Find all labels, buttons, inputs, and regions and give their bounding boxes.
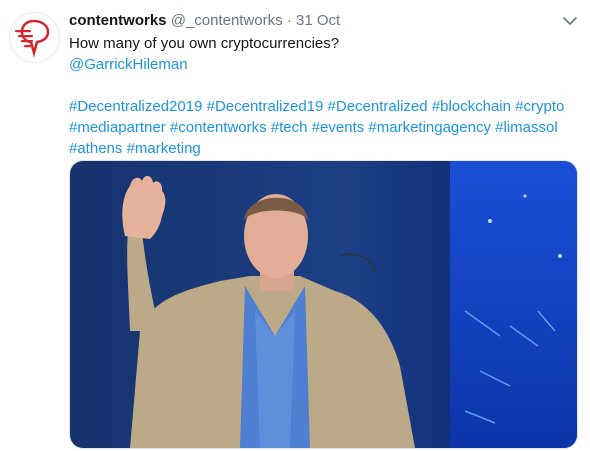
hashtag-link[interactable]: #limassol <box>495 119 558 136</box>
author-name[interactable]: contentworks <box>69 12 167 29</box>
hashtag-line: #athens #marketing <box>69 138 579 159</box>
tweet[interactable]: contentworks @_contentworks · 31 Oct How… <box>0 0 590 451</box>
hashtag-link[interactable]: #Decentralized <box>328 98 428 115</box>
hashtags: #Decentralized2019 #Decentralized19 #Dec… <box>69 96 579 159</box>
mention-link[interactable]: @GarrickHileman <box>69 54 579 75</box>
avatar[interactable] <box>9 12 60 63</box>
hashtag-link[interactable]: #crypto <box>515 98 564 115</box>
contentworks-logo-icon <box>15 19 50 58</box>
separator: · <box>286 12 292 29</box>
hashtag-line: #Decentralized2019 #Decentralized19 #Dec… <box>69 96 579 117</box>
hashtag-link[interactable]: #marketingagency <box>368 119 491 136</box>
author-handle[interactable]: @_contentworks <box>171 12 283 29</box>
hashtag-link[interactable]: #mediapartner <box>69 119 166 136</box>
tweet-header: contentworks @_contentworks · 31 Oct <box>69 11 340 31</box>
hashtag-link[interactable]: #events <box>312 119 365 136</box>
tweet-text: How many of you own cryptocurrencies? @G… <box>69 33 579 159</box>
hashtag-link[interactable]: #athens <box>69 140 122 157</box>
hashtag-link[interactable]: #Decentralized19 <box>207 98 324 115</box>
chevron-down-icon[interactable] <box>561 12 579 30</box>
hashtag-link[interactable]: #blockchain <box>432 98 511 115</box>
hashtag-line: #mediapartner #contentworks #tech #event… <box>69 117 579 138</box>
speaker-photo <box>70 161 577 448</box>
hashtag-link[interactable]: #Decentralized2019 <box>69 98 202 115</box>
timestamp[interactable]: 31 Oct <box>296 12 340 29</box>
hashtag-link[interactable]: #contentworks <box>170 119 267 136</box>
tweet-body: How many of you own cryptocurrencies? <box>69 35 340 52</box>
hashtag-link[interactable]: #tech <box>271 119 308 136</box>
hashtag-link[interactable]: #marketing <box>127 140 201 157</box>
tweet-photo[interactable] <box>69 160 578 449</box>
